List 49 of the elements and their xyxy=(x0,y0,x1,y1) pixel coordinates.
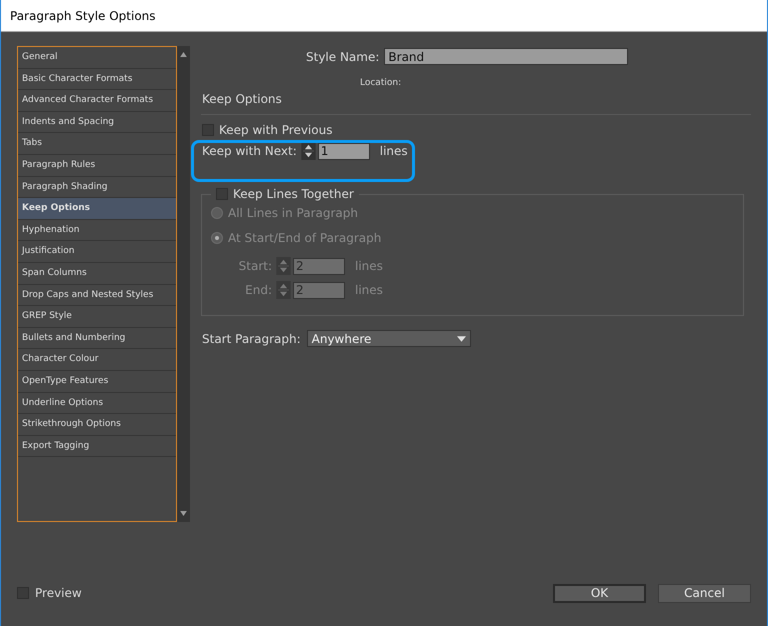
keep-with-next-field[interactable]: 1 xyxy=(318,142,370,160)
checkbox[interactable] xyxy=(216,188,228,200)
checkbox[interactable] xyxy=(202,124,214,136)
radio-label: At Start/End of Paragraph xyxy=(228,230,382,244)
section-title: Keep Options xyxy=(201,92,283,106)
scrollbar[interactable] xyxy=(177,46,190,522)
category-item[interactable]: Hyphenation xyxy=(18,220,176,242)
category-item[interactable]: Keep Options xyxy=(18,198,176,220)
category-item[interactable]: General xyxy=(18,47,176,69)
start-paragraph-label: Start Paragraph: xyxy=(202,332,301,346)
location-label: Location: xyxy=(360,78,402,88)
category-item[interactable]: Strikethrough Options xyxy=(18,414,176,436)
style-name-field[interactable]: Brand xyxy=(384,48,628,65)
category-item[interactable]: Justification xyxy=(18,241,176,263)
lines-unit-label: lines xyxy=(380,144,408,158)
keep-lines-together-label: Keep Lines Together xyxy=(233,187,354,201)
category-item[interactable]: OpenType Features xyxy=(18,370,176,392)
style-name-label: Style Name: xyxy=(306,50,380,64)
category-item[interactable]: Paragraph Rules xyxy=(18,154,176,177)
scroll-up-icon[interactable] xyxy=(180,52,187,57)
caret-icon xyxy=(456,336,466,342)
category-item[interactable]: Tabs xyxy=(18,133,176,155)
category-item[interactable]: Advanced Character Formats xyxy=(18,90,176,112)
category-item[interactable]: Drop Caps and Nested Styles xyxy=(18,284,176,306)
radio-label: All Lines in Paragraph xyxy=(228,206,358,220)
category-item[interactable]: Basic Character Formats xyxy=(18,68,176,90)
preview-label: Preview xyxy=(35,586,82,600)
window-title: Paragraph Style Options xyxy=(10,8,156,22)
field-label: End: xyxy=(244,283,272,297)
start-paragraph-dropdown[interactable]: Anywhere xyxy=(306,330,471,347)
radio-button[interactable] xyxy=(211,206,223,218)
lines-unit-label: lines xyxy=(355,283,383,297)
category-item[interactable]: Character Colour xyxy=(18,349,176,371)
dialog-button[interactable]: Cancel xyxy=(658,584,751,602)
spinner-arrows-icon[interactable] xyxy=(300,142,316,160)
dialog-button[interactable]: OK xyxy=(553,584,646,602)
category-item[interactable]: Bullets and Numbering xyxy=(18,328,176,350)
field-label: Start: xyxy=(238,259,272,273)
category-item[interactable]: Indents and Spacing xyxy=(18,112,176,134)
category-item[interactable]: Span Columns xyxy=(18,262,176,285)
checkbox[interactable] xyxy=(17,587,29,599)
category-item[interactable]: Export Tagging xyxy=(18,436,176,458)
keep-with-previous-label: Keep with Previous xyxy=(219,123,332,137)
scroll-down-icon[interactable] xyxy=(180,511,187,516)
lines-unit-label: lines xyxy=(355,259,383,273)
category-item[interactable]: GREP Style xyxy=(18,306,176,328)
keep-with-next-label: Keep with Next: xyxy=(202,144,297,158)
category-item[interactable]: Underline Options xyxy=(18,392,176,414)
radio-button[interactable] xyxy=(211,232,223,244)
